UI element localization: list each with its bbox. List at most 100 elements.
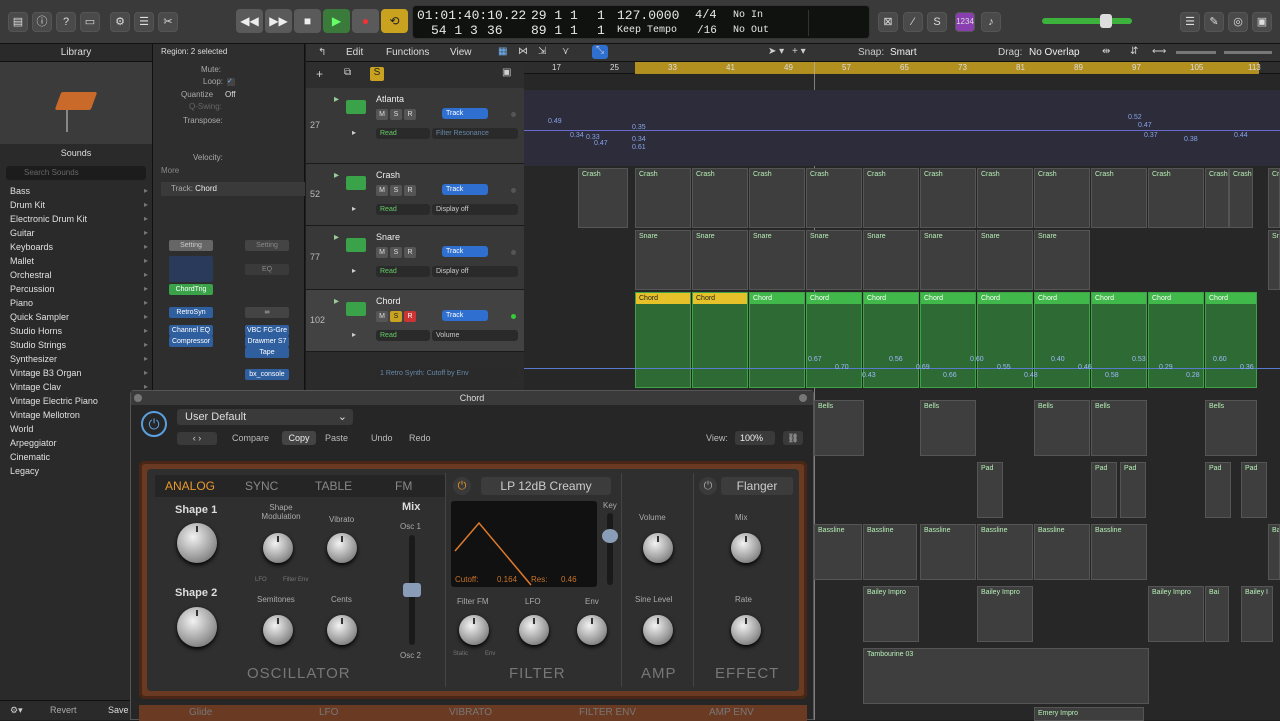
library-item[interactable]: Keyboards xyxy=(0,240,152,254)
tempo-value[interactable]: 127.0000 xyxy=(617,8,679,23)
library-item[interactable]: Bass xyxy=(0,184,152,198)
instrument-icon[interactable] xyxy=(346,176,366,190)
close-window-icon[interactable] xyxy=(134,394,142,402)
filter-lfo-knob[interactable] xyxy=(519,615,549,645)
automation-param-select[interactable]: Filter Resonance xyxy=(432,128,518,139)
prev-next-preset[interactable]: ‹ › xyxy=(177,432,217,445)
solo-button[interactable]: S xyxy=(390,185,402,196)
tuner-icon[interactable]: ⁄ xyxy=(903,12,923,32)
region[interactable]: Crash xyxy=(1205,168,1229,228)
eq-curve-thumbnail[interactable] xyxy=(169,256,213,282)
track-automation-toggle[interactable]: Track xyxy=(442,184,488,195)
automation-param-select[interactable]: Display off xyxy=(432,266,518,277)
library-item[interactable]: Electronic Drum Kit xyxy=(0,212,152,226)
zoom-slider-v[interactable] xyxy=(1176,51,1216,54)
solo-button[interactable]: S xyxy=(390,311,402,322)
chordtrig-slot[interactable]: ChordTrig xyxy=(169,284,213,295)
region[interactable]: Pad xyxy=(977,462,1003,518)
channel-eq-slot[interactable]: Channel EQ xyxy=(169,325,213,336)
filter-fm-knob[interactable] xyxy=(459,615,489,645)
track-list-icon[interactable]: ▣ xyxy=(502,67,511,78)
master-volume-slider[interactable] xyxy=(1042,18,1132,24)
quantize-select[interactable]: Off xyxy=(225,90,236,99)
shape2-knob[interactable] xyxy=(177,607,217,647)
compare-button[interactable]: Compare xyxy=(232,433,269,443)
rate-knob[interactable] xyxy=(731,615,761,645)
solo-button[interactable]: S xyxy=(390,109,402,120)
track-name[interactable]: Snare xyxy=(376,232,400,242)
tempo-mode[interactable]: Keep Tempo xyxy=(617,25,677,36)
power-icon[interactable]: ⏻ xyxy=(141,411,167,437)
division[interactable]: /16 xyxy=(697,25,717,37)
region[interactable]: Bells xyxy=(1034,400,1090,456)
disclosure-icon[interactable]: ▸ xyxy=(352,204,356,213)
preset-select[interactable]: User Default ⌄ xyxy=(177,409,353,425)
region[interactable]: Crash xyxy=(863,168,919,228)
library-icon[interactable]: ▤ xyxy=(8,12,28,32)
automation-param-select[interactable]: Display off xyxy=(432,204,518,215)
region[interactable]: Bassline xyxy=(814,524,862,580)
region[interactable]: Crash xyxy=(1034,168,1090,228)
disclosure-icon[interactable]: ▸ xyxy=(352,330,356,339)
waveform-zoom-icon[interactable]: ⇹ xyxy=(1102,46,1110,57)
setting-button-2[interactable]: Setting xyxy=(245,240,289,251)
library-item[interactable]: Drum Kit xyxy=(0,198,152,212)
library-item[interactable]: Percussion xyxy=(0,282,152,296)
filter-type-select[interactable]: LP 12dB Creamy xyxy=(481,477,611,495)
automation-mode-select[interactable]: Read xyxy=(376,128,430,139)
play-button[interactable]: ▶ xyxy=(323,9,350,33)
library-item[interactable]: Studio Strings xyxy=(0,338,152,352)
region[interactable]: Snare xyxy=(863,230,919,290)
semitones-knob[interactable] xyxy=(263,615,293,645)
region[interactable]: Chord xyxy=(806,292,862,388)
region[interactable]: Bassline xyxy=(1091,524,1147,580)
region[interactable]: Bells xyxy=(1091,400,1147,456)
add-track-icon[interactable]: + xyxy=(316,67,323,81)
key-slider[interactable] xyxy=(607,513,613,585)
automation-mode-select[interactable]: Read xyxy=(376,204,430,215)
global-solo-icon[interactable]: S xyxy=(370,67,384,81)
region[interactable]: Snare xyxy=(635,230,691,290)
search-sounds-input[interactable]: Search Sounds xyxy=(6,166,146,180)
region[interactable]: Snare xyxy=(1268,230,1280,290)
bottom-tab[interactable]: LFO xyxy=(319,707,338,718)
zoom-window-icon[interactable] xyxy=(799,394,807,402)
region[interactable]: Crash xyxy=(977,168,1033,228)
instrument-icon[interactable] xyxy=(346,302,366,316)
shape-mod-knob[interactable] xyxy=(263,533,293,563)
region[interactable]: Bells xyxy=(1205,400,1257,456)
solo-icon[interactable]: S xyxy=(927,12,947,32)
region[interactable]: Chord xyxy=(1091,292,1147,388)
scissors-icon[interactable]: ✂ xyxy=(158,12,178,32)
region[interactable]: Tambourine 03 xyxy=(863,648,1149,704)
region[interactable]: Chord xyxy=(692,292,748,388)
region[interactable]: Snare xyxy=(1034,230,1090,290)
region[interactable]: Bailey I xyxy=(1241,586,1273,642)
mix-slider-handle[interactable] xyxy=(403,583,421,597)
tab-analog[interactable]: ANALOG xyxy=(165,479,215,493)
track-name[interactable]: Atlanta xyxy=(376,94,404,104)
metronome-icon[interactable]: ♪ xyxy=(981,12,1001,32)
region[interactable]: Chord xyxy=(1034,292,1090,388)
region[interactable]: Bassline xyxy=(977,524,1033,580)
browser-icon[interactable]: ▣ xyxy=(1252,12,1272,32)
time-signature[interactable]: 4/4 xyxy=(695,8,717,22)
track-automation-toggle[interactable]: Track xyxy=(442,246,488,257)
drag-select[interactable]: No Overlap xyxy=(1029,47,1080,58)
solo-button[interactable]: S xyxy=(390,247,402,258)
mute-button[interactable]: M xyxy=(376,185,388,196)
region[interactable]: Chord xyxy=(749,292,805,388)
library-item[interactable]: Orchestral xyxy=(0,268,152,282)
region[interactable]: Crash xyxy=(749,168,805,228)
record-enable-button[interactable]: R xyxy=(404,185,416,196)
track-header[interactable]: 77 ▸ Snare M S R Track ▸ Read Display of… xyxy=(306,226,524,290)
region[interactable]: Chord xyxy=(1205,292,1257,388)
region[interactable]: Pad xyxy=(1241,462,1267,518)
filter-power-icon[interactable]: ⏻ xyxy=(453,477,471,495)
region[interactable]: Crash xyxy=(692,168,748,228)
rewind-button[interactable]: ◀◀ xyxy=(236,9,263,33)
region[interactable]: Snare xyxy=(977,230,1033,290)
bottom-tab[interactable]: AMP ENV xyxy=(709,707,754,718)
region[interactable]: Crash xyxy=(1229,168,1253,228)
library-item[interactable]: Mallet xyxy=(0,254,152,268)
